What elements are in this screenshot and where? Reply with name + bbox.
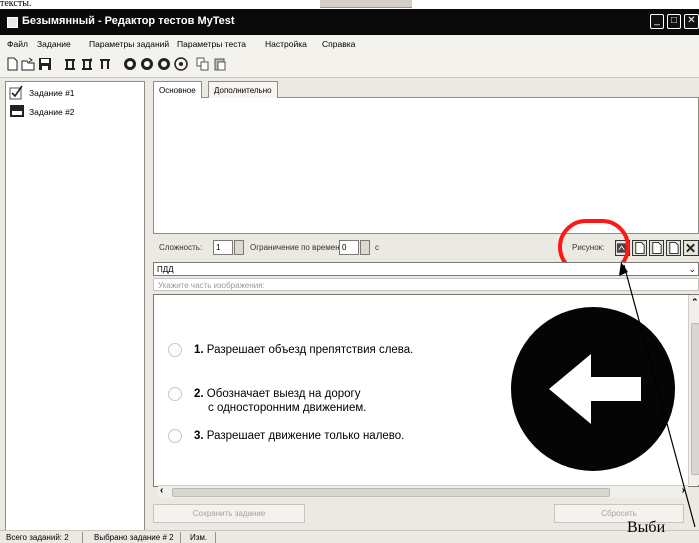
status-separator [82,532,83,543]
save-button[interactable] [37,56,52,71]
menu-file[interactable]: Файл [7,39,28,49]
answer-line: Разрешает движение только налево. [206,430,405,442]
task-item-2[interactable]: Задание #2 [9,103,139,121]
close-button[interactable]: ✕ [684,14,699,29]
tab-additional[interactable]: Дополнительно [208,81,278,98]
menu-settings[interactable]: Настройка [265,39,307,49]
tab-main[interactable]: Основное [153,81,202,99]
answer-number: 3. [194,430,204,442]
new-icon [7,57,17,70]
status-separator [180,532,181,543]
horizontal-scroll-thumb[interactable] [172,488,610,497]
time-unit-label: с [375,243,379,252]
circle-button-3-icon [157,57,170,70]
menu-task[interactable]: Задание [37,39,71,49]
picture-button-4[interactable] [666,240,681,256]
task-list: Задание #1 Задание #2 [5,81,145,532]
answer-line-2: с односторонним движением. [208,402,367,414]
status-selected: Выбрано задание # 2 [94,533,174,542]
copy-icon [196,57,208,70]
picture-button-3[interactable] [649,240,664,256]
close-icon: ✕ [687,15,696,26]
open-icon [21,57,34,70]
copy-button[interactable] [195,56,210,71]
status-bar: Всего заданий: 2 Выбрано задание # 2 Изм… [0,530,699,543]
task-insert-icon [81,57,92,70]
circle-button-2-icon [140,57,153,70]
menu-test-params[interactable]: Параметры теста [177,39,246,49]
status-separator [215,532,216,543]
task-add-icon [64,58,75,70]
difficulty-input[interactable]: 1 [213,240,233,255]
answer-type-1-button[interactable] [122,56,137,71]
save-task-button[interactable]: Сохранить задание [153,504,305,523]
category-value: ПДД [157,265,174,274]
answer-type-4-button[interactable] [173,56,188,71]
toolbar [0,52,699,78]
new-button[interactable] [4,56,19,71]
annotation-arrow [619,262,696,528]
menu-task-params[interactable]: Параметры заданий [89,39,169,49]
answer-number: 1. [194,344,204,356]
scroll-left-icon[interactable]: ‹ [160,485,163,496]
difficulty-label: Сложность: [159,243,203,252]
save-icon [38,57,51,70]
maximize-icon: □ [670,15,678,26]
answer-line: Обозначает выезд на дорогу [206,388,361,400]
task-picture-icon [10,105,24,117]
task-check-icon [9,85,23,100]
hint-text: Укажите часть изображения: [158,280,265,290]
delete-task-button[interactable] [97,56,112,71]
time-limit-spin-button[interactable] [360,240,370,255]
document-overlay-text: Выби [627,519,666,536]
radio-button[interactable] [168,387,182,401]
open-button[interactable] [20,56,35,71]
insert-task-button[interactable] [79,56,94,71]
menu-bar: Файл Задание Параметры заданий Параметры… [0,35,699,52]
answer-line: Разрешает объезд препятствия слева. [206,344,414,356]
task-item-label: Задание #1 [29,88,75,98]
status-changed: Изм. [190,533,208,542]
answer-text: 1. Разрешает объезд препятствия слева. [194,343,413,357]
editor-tabs: Основное Дополнительно [153,81,699,99]
horizontal-scrollbar[interactable]: ‹ › [158,485,688,498]
circle-button-1-icon [123,57,136,70]
document-icon [652,241,662,255]
time-limit-label: Ограничение по времени: [250,243,347,252]
window-title: Безымянный - Редактор тестов MyTest [22,15,235,27]
app-icon [7,17,18,28]
menu-help[interactable]: Справка [322,39,355,49]
question-text-editor[interactable] [153,98,699,234]
minimize-button[interactable]: _ [650,14,664,29]
minimize-icon: _ [654,15,660,26]
answer-type-2-button[interactable] [139,56,154,71]
answer-type-3-button[interactable] [156,56,171,71]
document-icon [635,241,645,255]
status-total: Всего заданий: 2 [6,533,69,542]
radio-button[interactable] [168,429,182,443]
task-delete-icon [99,58,110,69]
paste-icon [214,58,225,70]
picture-button-2[interactable] [632,240,647,256]
radio-button[interactable] [168,343,182,357]
time-limit-input[interactable]: 0 [339,240,359,255]
add-task-button[interactable] [62,56,77,71]
answer-text: 3. Разрешает движение только налево. [194,429,404,443]
task-item-label: Задание #2 [29,107,75,117]
answer-text: 2. Обозначает выезд на дорогу с односторо… [194,387,366,415]
title-bar: Безымянный - Редактор тестов MyTest _ □ … [0,9,699,35]
circle-button-4-icon [173,56,188,71]
task-item-1[interactable]: Задание #1 [9,84,139,102]
difficulty-spin-button[interactable] [234,240,244,255]
close-icon [686,243,695,253]
maximize-button[interactable]: □ [667,14,681,29]
paste-button[interactable] [212,56,227,71]
answer-number: 2. [194,388,204,400]
document-toolbar-fragment [320,0,412,8]
delete-picture-button[interactable] [683,240,699,256]
document-icon [669,241,679,255]
